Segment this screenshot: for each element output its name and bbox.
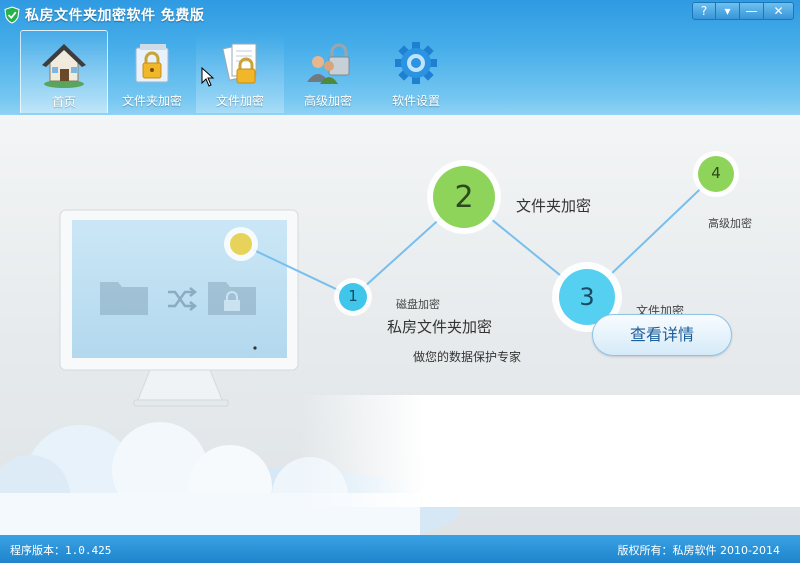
window-controls: ? ▾ — ✕ xyxy=(692,2,794,20)
folder-lock-icon xyxy=(135,44,169,83)
start-node xyxy=(230,233,252,255)
tab-folder-encrypt[interactable]: 文件夹加密 xyxy=(108,30,196,113)
tab-settings-label: 软件设置 xyxy=(391,94,440,108)
version-text: 程序版本：1.0.425 xyxy=(10,544,112,557)
tab-home-label: 首页 xyxy=(51,95,76,109)
monitor-illustration xyxy=(59,209,299,407)
cursor-icon xyxy=(201,67,215,87)
header-bar: 私房文件夹加密软件 免费版 ? ▾ — ✕ 首页 文件夹加密 文件加密 高级加密… xyxy=(0,0,800,115)
tab-advanced-encrypt[interactable]: 高级加密 xyxy=(284,30,372,113)
tab-home[interactable]: 首页 xyxy=(20,30,108,113)
promo-band xyxy=(300,395,800,507)
home-icon xyxy=(42,44,86,88)
tab-advanced-encrypt-label: 高级加密 xyxy=(303,94,352,108)
tab-settings[interactable]: 软件设置 xyxy=(372,30,460,113)
file-lock-icon xyxy=(222,43,257,84)
step-4-number: 4 xyxy=(711,164,721,182)
step-2-label: 文件夹加密 xyxy=(516,197,592,215)
app-window: 私房文件夹加密软件 免费版 ? ▾ — ✕ 首页 文件夹加密 文件加密 高级加密… xyxy=(0,0,800,563)
step-1-number: 1 xyxy=(348,287,358,305)
main-toolbar: 首页 文件夹加密 文件加密 高级加密 软件设置 xyxy=(20,30,460,113)
copyright-text: 版权所有：私房软件 2010-2014 xyxy=(617,544,780,557)
app-title: 私房文件夹加密软件 免费版 xyxy=(25,8,205,24)
shield-logo-icon xyxy=(4,6,20,24)
status-bar: 程序版本：1.0.425 版权所有：私房软件 2010-2014 xyxy=(0,535,800,563)
help-button[interactable]: ? xyxy=(692,2,716,20)
title-bar: 私房文件夹加密软件 免费版 xyxy=(4,4,204,26)
step-2-number: 2 xyxy=(454,180,474,215)
promo-subtitle: 做您的数据保护专家 xyxy=(413,350,522,364)
close-button[interactable]: ✕ xyxy=(764,2,794,20)
tab-folder-encrypt-label: 文件夹加密 xyxy=(121,94,182,108)
step-1-label: 磁盘加密 xyxy=(396,298,440,311)
menu-button[interactable]: ▾ xyxy=(716,2,740,20)
gear-icon xyxy=(395,42,437,84)
view-details-button[interactable]: 查看详情 xyxy=(592,314,732,356)
step-4-label: 高级加密 xyxy=(708,217,752,230)
step-3-number: 3 xyxy=(579,283,595,311)
promo-title: 私房文件夹加密 xyxy=(387,318,493,336)
minimize-button[interactable]: — xyxy=(740,2,764,20)
tab-file-encrypt-label: 文件加密 xyxy=(215,94,264,108)
users-lock-icon xyxy=(307,43,350,84)
